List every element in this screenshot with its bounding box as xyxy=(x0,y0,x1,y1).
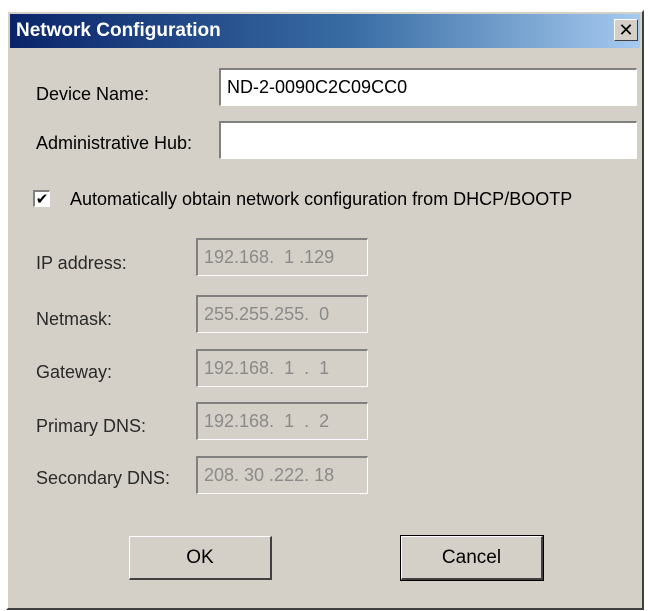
gateway-label: Gateway: xyxy=(36,362,113,382)
secondary-dns-field[interactable] xyxy=(196,456,368,494)
dialog-title: Network Configuration xyxy=(16,20,221,41)
device-name-label: Device Name: xyxy=(36,84,150,104)
netmask-label: Netmask: xyxy=(36,309,113,329)
cancel-button[interactable]: Cancel xyxy=(400,535,544,581)
administrative-hub-field[interactable] xyxy=(219,121,637,159)
close-button[interactable]: ✕ xyxy=(614,19,638,41)
administrative-hub-label: Administrative Hub: xyxy=(36,133,193,153)
gateway-field[interactable] xyxy=(196,349,368,387)
ip-address-label: IP address: xyxy=(36,253,127,273)
ip-address-field[interactable] xyxy=(196,238,368,276)
secondary-dns-label: Secondary DNS: xyxy=(36,468,171,488)
device-name-field[interactable] xyxy=(219,68,637,106)
dhcp-checkbox-label[interactable]: Automatically obtain network configurati… xyxy=(70,189,572,210)
ok-button[interactable]: OK xyxy=(129,536,272,580)
primary-dns-label: Primary DNS: xyxy=(36,416,147,436)
checkmark-icon: ✔ xyxy=(35,190,49,208)
close-icon: ✕ xyxy=(618,20,634,40)
primary-dns-field[interactable] xyxy=(196,402,368,440)
netmask-field[interactable] xyxy=(196,295,368,333)
dhcp-checkbox[interactable]: ✔ xyxy=(33,190,50,207)
title-bar[interactable]: Network Configuration ✕ xyxy=(10,14,640,48)
